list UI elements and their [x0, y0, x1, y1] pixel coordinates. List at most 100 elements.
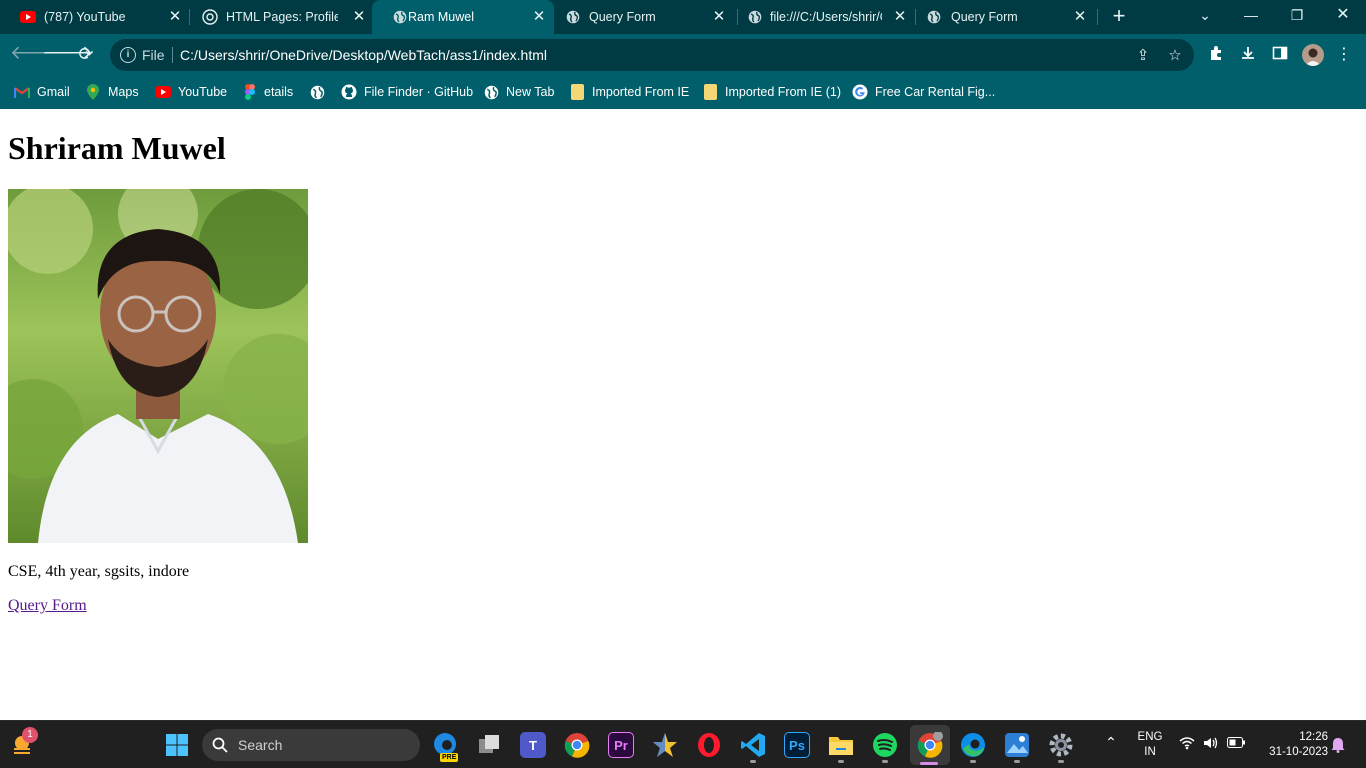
close-tab-icon[interactable]: ✕: [892, 9, 908, 25]
close-tab-icon[interactable]: ✕: [1072, 9, 1088, 25]
battery-icon[interactable]: [1226, 737, 1246, 753]
gmail-icon: [14, 84, 30, 100]
profile-avatar[interactable]: [1302, 44, 1324, 66]
running-indicator: [1014, 760, 1020, 763]
tab-query-form[interactable]: Query Form ✕: [556, 0, 738, 34]
bookmark-label: New Tab: [506, 85, 555, 99]
globe-icon: [926, 9, 942, 25]
taskbar-search[interactable]: Search: [202, 729, 420, 761]
bookmark-new-tab[interactable]: New Tab: [483, 83, 554, 101]
address-url[interactable]: C:/Users/shrir/OneDrive/Desktop/WebTach/…: [180, 47, 547, 63]
windows-taskbar: 1 Search PRE T Pr Ps ⌃ ENG IN 12:26 31-1…: [0, 720, 1366, 768]
forward-button[interactable]: 🡒: [42, 43, 93, 67]
info-icon[interactable]: i: [120, 47, 136, 63]
extensions-icon[interactable]: [1206, 45, 1226, 65]
running-indicator: [838, 760, 844, 763]
bookmark-folder-imported-ie-1[interactable]: Imported From IE (1): [702, 83, 841, 101]
show-hidden-icons-chevron-icon[interactable]: ⌃: [1100, 735, 1122, 750]
teams-icon[interactable]: T: [520, 732, 546, 758]
notification-bell-icon[interactable]: [1330, 737, 1346, 758]
folder-icon: [569, 84, 585, 100]
address-bar[interactable]: i File C:/Users/shrir/OneDrive/Desktop/W…: [110, 39, 1194, 71]
tab-query-form-2[interactable]: Query Form ✕: [916, 0, 1098, 34]
tab-youtube[interactable]: (787) YouTube ✕: [0, 0, 190, 34]
close-tab-icon[interactable]: ✕: [711, 9, 727, 25]
close-window-button[interactable]: ✕: [1320, 0, 1366, 30]
chrome-profile-icon[interactable]: [917, 732, 943, 758]
vscode-icon[interactable]: [740, 732, 766, 758]
bookmark-label: File Finder · GitHub: [364, 85, 474, 99]
wifi-icon[interactable]: [1178, 736, 1196, 755]
minimize-button[interactable]: —: [1228, 0, 1274, 30]
figma-icon: [242, 84, 258, 100]
search-label: Search: [238, 737, 283, 753]
bookmark-youtube[interactable]: YouTube: [155, 83, 227, 101]
language-indicator[interactable]: ENG IN: [1134, 730, 1166, 760]
close-tab-icon[interactable]: ✕: [167, 9, 183, 25]
bookmark-label: Gmail: [37, 85, 70, 99]
bookmark-maps[interactable]: Maps: [85, 83, 139, 101]
bookmark-folder-imported-ie[interactable]: Imported From IE: [569, 83, 689, 101]
youtube-icon: [20, 9, 36, 25]
tab-strip: (787) YouTube ✕ HTML Pages: Profile, Q ✕…: [0, 0, 1366, 34]
maps-icon: [85, 84, 101, 100]
globe-icon: [747, 9, 763, 25]
tab-title: (787) YouTube: [44, 10, 126, 24]
notification-badge: 1: [22, 727, 38, 743]
star-app-icon[interactable]: [652, 732, 678, 758]
premiere-icon[interactable]: Pr: [608, 732, 634, 758]
reload-button[interactable]: ⟳: [74, 43, 98, 67]
bookmark-gmail[interactable]: Gmail: [14, 83, 70, 101]
pre-badge: PRE: [440, 753, 459, 762]
bookmarks-bar: Gmail Maps YouTube etails File Finder · …: [0, 75, 1366, 109]
tab-title: Ram Muwel: [408, 10, 474, 24]
tab-file-url[interactable]: file:///C:/Users/shrir/O ✕: [738, 0, 916, 34]
file-explorer-icon[interactable]: [828, 732, 854, 758]
active-app-indicator: [920, 762, 938, 765]
tab-html-pages[interactable]: HTML Pages: Profile, Q ✕: [182, 0, 372, 34]
share-icon[interactable]: ⇪: [1134, 47, 1152, 65]
bookmark-label: etails: [264, 85, 294, 99]
clock-time: 12:26: [1299, 731, 1328, 743]
close-tab-icon[interactable]: ✕: [531, 9, 547, 25]
bookmark-github[interactable]: File Finder · GitHub: [341, 83, 473, 101]
web-page: Shriram Muwel CSE, 4th year, sgsits, ind…: [0, 109, 1366, 720]
download-icon[interactable]: [1238, 45, 1258, 65]
photos-icon[interactable]: [1004, 732, 1030, 758]
bookmark-star-icon[interactable]: ☆: [1166, 47, 1184, 65]
tab-search-icon[interactable]: ⌄: [1182, 0, 1228, 30]
chrome-icon[interactable]: [564, 732, 590, 758]
running-indicator: [750, 760, 756, 763]
close-tab-icon[interactable]: ✕: [351, 9, 367, 25]
google-icon: [852, 84, 868, 100]
side-panel-icon[interactable]: [1270, 45, 1290, 65]
language-line2: IN: [1144, 746, 1156, 758]
spotify-icon[interactable]: [872, 732, 898, 758]
clock-date: 31-10-2023: [1269, 746, 1328, 758]
more-menu-icon[interactable]: ⋮: [1334, 45, 1354, 65]
restore-button[interactable]: ❐: [1274, 0, 1320, 30]
running-indicator: [882, 760, 888, 763]
volume-icon[interactable]: [1202, 736, 1220, 755]
back-button[interactable]: 🡐: [10, 43, 61, 67]
tab-divider: [1097, 9, 1098, 25]
globe-icon: [565, 9, 581, 25]
opera-icon[interactable]: [696, 732, 722, 758]
query-form-link[interactable]: Query Form: [8, 597, 87, 615]
chatgpt-icon: [202, 9, 218, 25]
youtube-icon: [155, 84, 171, 100]
bookmark-free-car-rental[interactable]: Free Car Rental Fig...: [852, 83, 995, 101]
bookmark-label: Imported From IE: [592, 85, 690, 99]
new-tab-button[interactable]: +: [1108, 5, 1130, 28]
settings-gear-icon[interactable]: [1048, 732, 1074, 758]
task-view-icon[interactable]: [476, 732, 502, 758]
bookmark-label: Free Car Rental Fig...: [875, 85, 996, 99]
address-divider: [172, 47, 173, 63]
edge-icon[interactable]: [960, 732, 986, 758]
clock[interactable]: 12:26 31-10-2023: [1256, 730, 1328, 760]
tab-ram-muwel[interactable]: Ram Muwel ✕: [372, 0, 554, 34]
windows-start-icon[interactable]: [164, 732, 190, 758]
photoshop-icon[interactable]: Ps: [784, 732, 810, 758]
bookmark-globe[interactable]: [309, 83, 332, 101]
bookmark-figma[interactable]: etails: [242, 83, 293, 101]
